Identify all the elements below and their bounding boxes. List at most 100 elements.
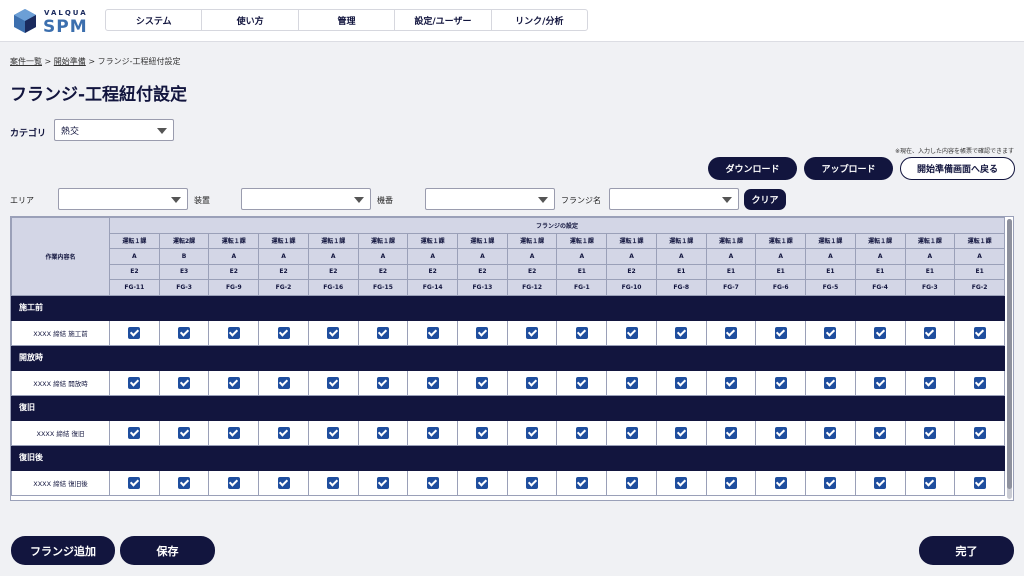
- flange-checkbox[interactable]: [874, 326, 887, 339]
- flange-checkbox[interactable]: [476, 426, 489, 439]
- flange-checkbox[interactable]: [128, 326, 141, 339]
- nav-settings-user[interactable]: 設定/ユーザー: [395, 10, 492, 30]
- app-logo[interactable]: VALQUA SPM: [12, 7, 98, 37]
- back-to-preparation-button[interactable]: 開始準備画面へ戻る: [900, 157, 1015, 180]
- flange-checkbox[interactable]: [277, 326, 290, 339]
- flange-header-row4-cell: FG-9: [208, 279, 260, 296]
- flange-checkbox[interactable]: [227, 376, 240, 389]
- flange-checkbox[interactable]: [227, 326, 240, 339]
- complete-button[interactable]: 完了: [919, 536, 1014, 565]
- download-button[interactable]: ダウンロード: [708, 157, 797, 180]
- flange-checkbox[interactable]: [675, 326, 688, 339]
- flange-checkbox[interactable]: [824, 326, 837, 339]
- area-select[interactable]: [58, 188, 188, 210]
- flange-header-row3-cell: E1: [954, 263, 1005, 280]
- flange-checkbox[interactable]: [376, 426, 389, 439]
- checkbox-cell: [705, 469, 757, 496]
- flange-checkbox[interactable]: [724, 426, 737, 439]
- flange-checkbox[interactable]: [774, 426, 787, 439]
- flange-checkbox[interactable]: [526, 326, 539, 339]
- equipment-select[interactable]: [425, 188, 555, 210]
- flange-checkbox[interactable]: [178, 376, 191, 389]
- flange-checkbox[interactable]: [426, 476, 439, 489]
- flange-checkbox[interactable]: [874, 426, 887, 439]
- flange-checkbox[interactable]: [476, 376, 489, 389]
- flange-checkbox[interactable]: [476, 476, 489, 489]
- category-select[interactable]: 熱交: [54, 119, 174, 141]
- nav-usage[interactable]: 使い方: [202, 10, 299, 30]
- nav-management[interactable]: 管理: [299, 10, 396, 30]
- flange-checkbox[interactable]: [426, 326, 439, 339]
- flange-checkbox[interactable]: [824, 476, 837, 489]
- flange-checkbox[interactable]: [824, 376, 837, 389]
- flange-checkbox[interactable]: [724, 326, 737, 339]
- flange-checkbox[interactable]: [178, 476, 191, 489]
- flange-checkbox[interactable]: [923, 476, 936, 489]
- flange-checkbox[interactable]: [575, 426, 588, 439]
- flange-checkbox[interactable]: [526, 426, 539, 439]
- flange-checkbox[interactable]: [774, 326, 787, 339]
- flange-checkbox[interactable]: [476, 326, 489, 339]
- flange-checkbox[interactable]: [327, 426, 340, 439]
- breadcrumb-preparation[interactable]: 開始準備: [54, 57, 86, 66]
- flange-checkbox[interactable]: [923, 426, 936, 439]
- flange-checkbox[interactable]: [575, 376, 588, 389]
- flange-checkbox[interactable]: [625, 476, 638, 489]
- save-button[interactable]: 保存: [120, 536, 215, 565]
- flange-checkbox[interactable]: [277, 476, 290, 489]
- flange-checkbox[interactable]: [923, 326, 936, 339]
- flange-checkbox[interactable]: [874, 376, 887, 389]
- flange-checkbox[interactable]: [426, 376, 439, 389]
- flange-checkbox[interactable]: [675, 376, 688, 389]
- flange-checkbox[interactable]: [178, 326, 191, 339]
- flange-checkbox[interactable]: [774, 476, 787, 489]
- flange-checkbox[interactable]: [973, 426, 986, 439]
- flange-checkbox[interactable]: [426, 426, 439, 439]
- flange-header-row1-cell: 運転１課: [556, 232, 608, 249]
- flange-checkbox[interactable]: [128, 426, 141, 439]
- flange-checkbox[interactable]: [973, 376, 986, 389]
- flange-checkbox[interactable]: [625, 326, 638, 339]
- flange-checkbox[interactable]: [526, 476, 539, 489]
- flange-checkbox[interactable]: [874, 476, 887, 489]
- flange-checkbox[interactable]: [327, 376, 340, 389]
- breadcrumb-project-list[interactable]: 案件一覧: [10, 57, 42, 66]
- clear-button[interactable]: クリア: [744, 189, 786, 210]
- checkbox-cell: [556, 469, 608, 496]
- flange-checkbox[interactable]: [128, 476, 141, 489]
- nav-links-analytics[interactable]: リンク/分析: [492, 10, 587, 30]
- add-flange-button[interactable]: フランジ追加: [11, 536, 115, 565]
- flange-checkbox[interactable]: [575, 476, 588, 489]
- vertical-scrollbar-thumb[interactable]: [1007, 219, 1012, 489]
- flange-checkbox[interactable]: [128, 376, 141, 389]
- flange-checkbox[interactable]: [277, 376, 290, 389]
- flange-checkbox[interactable]: [675, 476, 688, 489]
- flange-checkbox[interactable]: [923, 376, 936, 389]
- flange-checkbox[interactable]: [376, 476, 389, 489]
- flange-checkbox[interactable]: [625, 376, 638, 389]
- upload-button[interactable]: アップロード: [804, 157, 893, 180]
- nav-system[interactable]: システム: [106, 10, 203, 30]
- flange-checkbox[interactable]: [973, 476, 986, 489]
- flange-checkbox[interactable]: [575, 326, 588, 339]
- checkbox-cell: [954, 319, 1005, 346]
- device-select[interactable]: [241, 188, 371, 210]
- flange-checkbox[interactable]: [327, 476, 340, 489]
- flange-checkbox[interactable]: [724, 376, 737, 389]
- flange-checkbox[interactable]: [327, 326, 340, 339]
- flange-checkbox[interactable]: [675, 426, 688, 439]
- flange-name-select[interactable]: [609, 188, 739, 210]
- flange-checkbox[interactable]: [774, 376, 787, 389]
- flange-checkbox[interactable]: [824, 426, 837, 439]
- flange-checkbox[interactable]: [376, 326, 389, 339]
- flange-checkbox[interactable]: [625, 426, 638, 439]
- flange-checkbox[interactable]: [526, 376, 539, 389]
- flange-checkbox[interactable]: [724, 476, 737, 489]
- flange-checkbox[interactable]: [227, 426, 240, 439]
- flange-checkbox[interactable]: [973, 326, 986, 339]
- flange-checkbox[interactable]: [376, 376, 389, 389]
- flange-header-row1-cell: 運転１課: [407, 232, 459, 249]
- flange-checkbox[interactable]: [227, 476, 240, 489]
- flange-checkbox[interactable]: [277, 426, 290, 439]
- flange-checkbox[interactable]: [178, 426, 191, 439]
